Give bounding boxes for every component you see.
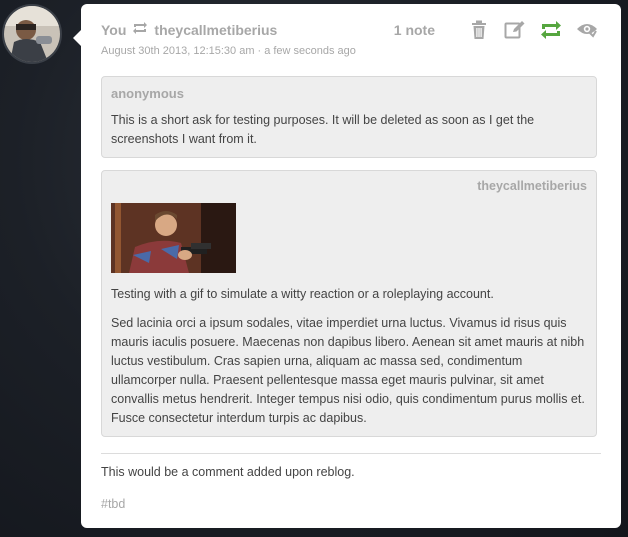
divider [101,453,601,454]
reblog-comment: This would be a comment added upon reblo… [101,465,355,479]
reblog-small-icon [132,21,148,38]
ask-text: This is a short ask for testing purposes… [111,113,535,146]
timestamp: August 30th 2013, 12:15:30 am · a few seco… [101,45,356,57]
reblog-body: Sed lacinia orci a ipsum sodales, vitae … [111,316,585,425]
reblog-source-link[interactable]: theycallmetiberius [111,179,587,193]
avatar[interactable] [2,4,62,64]
trash-icon[interactable] [467,18,491,42]
byline: You theycallmetiberius [101,21,356,38]
reblog-caption: Testing with a gif to simulate a witty r… [111,287,494,301]
reblogged-from-link[interactable]: theycallmetiberius [154,22,277,38]
asker-name: anonymous [111,86,184,101]
reblog-box: theycallmetiberius Testing with a gif to… [101,170,597,437]
separator-dot: · [257,45,262,57]
queue-eye-icon[interactable] [575,18,599,42]
relative-time: a few seconds ago [264,45,356,57]
gif-image[interactable] [111,203,236,273]
post-date: August 30th 2013, 12:15:30 am [101,45,255,57]
ask-box: anonymous This is a short ask for testin… [101,76,597,158]
author-name[interactable]: You [101,22,126,38]
edit-icon[interactable] [503,18,527,42]
post-card: You theycallmetiberius August 30th 2013,… [73,4,621,528]
post-tag[interactable]: #tbd [101,497,125,511]
notes-count[interactable]: 1 note [394,22,435,38]
reblog-icon[interactable] [539,18,563,42]
post-header: You theycallmetiberius August 30th 2013,… [101,21,356,58]
post-controls: 1 note [394,18,599,42]
